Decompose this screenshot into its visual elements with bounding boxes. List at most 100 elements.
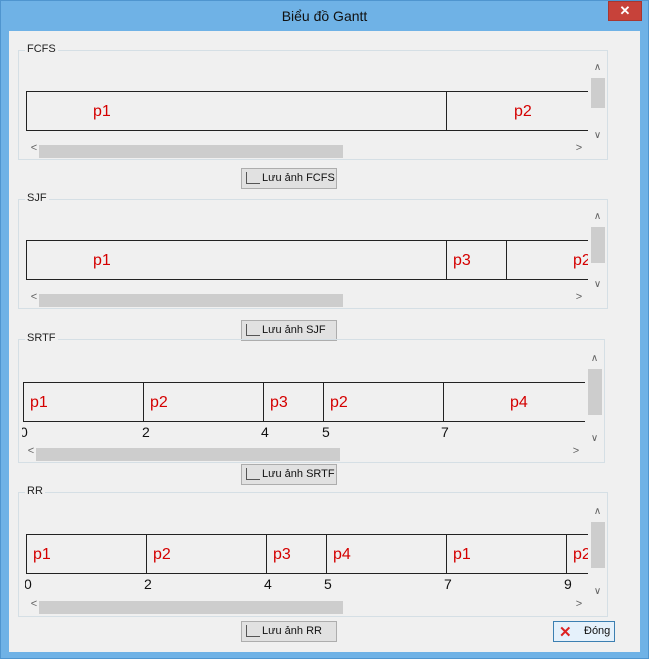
rr-chart-viewport: p1 p2 p3 p4 p1 p2 0 2 4 5 7 9: [25, 534, 588, 600]
srtf-tick: 7: [441, 424, 449, 440]
save-fcfs-label: Lưu ảnh FCFS: [262, 172, 335, 184]
rr-segment-label: p2: [573, 546, 588, 563]
close-red-x-icon: ✕: [559, 624, 572, 641]
rr-segment: p1: [26, 534, 147, 574]
sjf-segment: p1: [26, 240, 447, 280]
close-icon: ✕: [619, 3, 631, 18]
window-title: Biểu đồ Gantt: [281, 8, 368, 24]
rr-tick: 9: [564, 576, 572, 592]
srtf-horizontal-scrollbar[interactable]: < >: [22, 444, 585, 461]
save-srtf-label: Lưu ảnh SRTF: [262, 468, 335, 480]
sjf-segment: p3: [446, 240, 507, 280]
rr-tick: 4: [264, 576, 272, 592]
srtf-tick: 0: [22, 424, 28, 440]
close-dialog-button[interactable]: ✕ Đóng: [553, 621, 615, 642]
title-bar[interactable]: Biểu đồ Gantt ✕: [1, 1, 648, 31]
save-rr-label: Lưu ảnh RR: [262, 625, 322, 637]
srtf-group-label: SRTF: [25, 332, 58, 344]
srtf-segment: p4: [443, 382, 585, 422]
scroll-right-icon[interactable]: >: [569, 445, 583, 457]
srtf-segment: p2: [323, 382, 444, 422]
scroll-down-icon[interactable]: ∨: [589, 279, 606, 290]
sjf-chart-viewport: p1 p3 p2: [25, 240, 588, 292]
scroll-up-icon[interactable]: ∧: [589, 506, 606, 517]
rr-group-label: RR: [25, 485, 45, 497]
client-area: FCFS p1 p2 ∧ ∨ < > Lưu ảnh FCFS SJF p1 p…: [9, 31, 640, 652]
save-sjf-label: Lưu ảnh SJF: [262, 324, 326, 336]
scroll-down-icon[interactable]: ∨: [586, 433, 603, 444]
scroll-thumb[interactable]: [591, 78, 605, 108]
chart-icon: [246, 625, 260, 637]
srtf-segment-label: p4: [510, 394, 528, 411]
srtf-segment-label: p2: [330, 394, 348, 411]
srtf-tick: 2: [142, 424, 150, 440]
rr-segment: p2: [566, 534, 588, 574]
save-sjf-button[interactable]: Lưu ảnh SJF: [241, 320, 337, 341]
rr-segment: p3: [266, 534, 327, 574]
rr-tick: 7: [444, 576, 452, 592]
rr-segment-label: p3: [273, 546, 291, 563]
sjf-group-label: SJF: [25, 192, 49, 204]
save-rr-button[interactable]: Lưu ảnh RR: [241, 621, 337, 642]
scroll-thumb[interactable]: [39, 294, 343, 307]
sjf-vertical-scrollbar[interactable]: ∧ ∨: [589, 208, 606, 292]
chart-icon: [246, 324, 260, 336]
sjf-segment: p2: [506, 240, 588, 280]
scroll-down-icon[interactable]: ∨: [589, 586, 606, 597]
rr-segment: p2: [146, 534, 267, 574]
sjf-segment-label: p3: [453, 252, 471, 269]
fcfs-segment-label: p1: [93, 103, 111, 120]
scroll-thumb[interactable]: [591, 522, 605, 568]
fcfs-segment-label: p2: [514, 103, 532, 120]
gantt-window: Biểu đồ Gantt ✕ FCFS p1 p2 ∧ ∨ < > Lưu ả…: [0, 0, 649, 659]
rr-segment-label: p4: [333, 546, 351, 563]
rr-tick: 5: [324, 576, 332, 592]
sjf-horizontal-scrollbar[interactable]: < >: [25, 290, 588, 307]
fcfs-segment: p1: [26, 91, 447, 131]
close-dialog-label: Đóng: [584, 625, 611, 637]
window-close-button[interactable]: ✕: [608, 1, 642, 21]
srtf-tick: 4: [261, 424, 269, 440]
scroll-up-icon[interactable]: ∧: [589, 62, 606, 73]
srtf-tick: 5: [322, 424, 330, 440]
rr-segment-label: p1: [33, 546, 51, 563]
srtf-segment-label: p1: [30, 394, 48, 411]
srtf-segment: p2: [143, 382, 264, 422]
rr-segment: p4: [326, 534, 447, 574]
fcfs-group: FCFS p1 p2 ∧ ∨ < >: [18, 43, 608, 160]
rr-segment-label: p1: [453, 546, 471, 563]
scroll-down-icon[interactable]: ∨: [589, 130, 606, 141]
srtf-segment: p3: [263, 382, 324, 422]
scroll-right-icon[interactable]: >: [572, 291, 586, 303]
srtf-vertical-scrollbar[interactable]: ∧ ∨: [586, 350, 603, 446]
scroll-thumb[interactable]: [39, 145, 343, 158]
scroll-up-icon[interactable]: ∧: [586, 353, 603, 364]
sjf-segment-label: p1: [93, 252, 111, 269]
srtf-chart-viewport: p1 p2 p3 p2 p4 0 2 4 5 7: [22, 382, 585, 448]
scroll-thumb[interactable]: [591, 227, 605, 263]
scroll-thumb[interactable]: [39, 601, 343, 614]
scroll-right-icon[interactable]: >: [572, 598, 586, 610]
sjf-segment-label: p2: [573, 252, 588, 269]
rr-tick: 2: [144, 576, 152, 592]
fcfs-group-label: FCFS: [25, 43, 58, 55]
sjf-group: SJF p1 p3 p2 ∧ ∨ < >: [18, 192, 608, 309]
scroll-right-icon[interactable]: >: [572, 142, 586, 154]
save-fcfs-button[interactable]: Lưu ảnh FCFS: [241, 168, 337, 189]
chart-icon: [246, 468, 260, 480]
rr-segment: p1: [446, 534, 567, 574]
rr-segment-label: p2: [153, 546, 171, 563]
rr-horizontal-scrollbar[interactable]: < >: [25, 597, 588, 614]
rr-tick: 0: [25, 576, 32, 592]
fcfs-horizontal-scrollbar[interactable]: < >: [25, 141, 588, 158]
scroll-thumb[interactable]: [36, 448, 340, 461]
fcfs-vertical-scrollbar[interactable]: ∧ ∨: [589, 59, 606, 143]
fcfs-chart-viewport: p1 p2: [25, 91, 588, 143]
rr-group: RR p1 p2 p3 p4 p1 p2 0 2 4 5 7 9 ∧ ∨ < >: [18, 485, 608, 617]
rr-vertical-scrollbar[interactable]: ∧ ∨: [589, 503, 606, 599]
save-srtf-button[interactable]: Lưu ảnh SRTF: [241, 464, 337, 485]
srtf-segment-label: p2: [150, 394, 168, 411]
chart-icon: [246, 172, 260, 184]
scroll-up-icon[interactable]: ∧: [589, 211, 606, 222]
scroll-thumb[interactable]: [588, 369, 602, 415]
